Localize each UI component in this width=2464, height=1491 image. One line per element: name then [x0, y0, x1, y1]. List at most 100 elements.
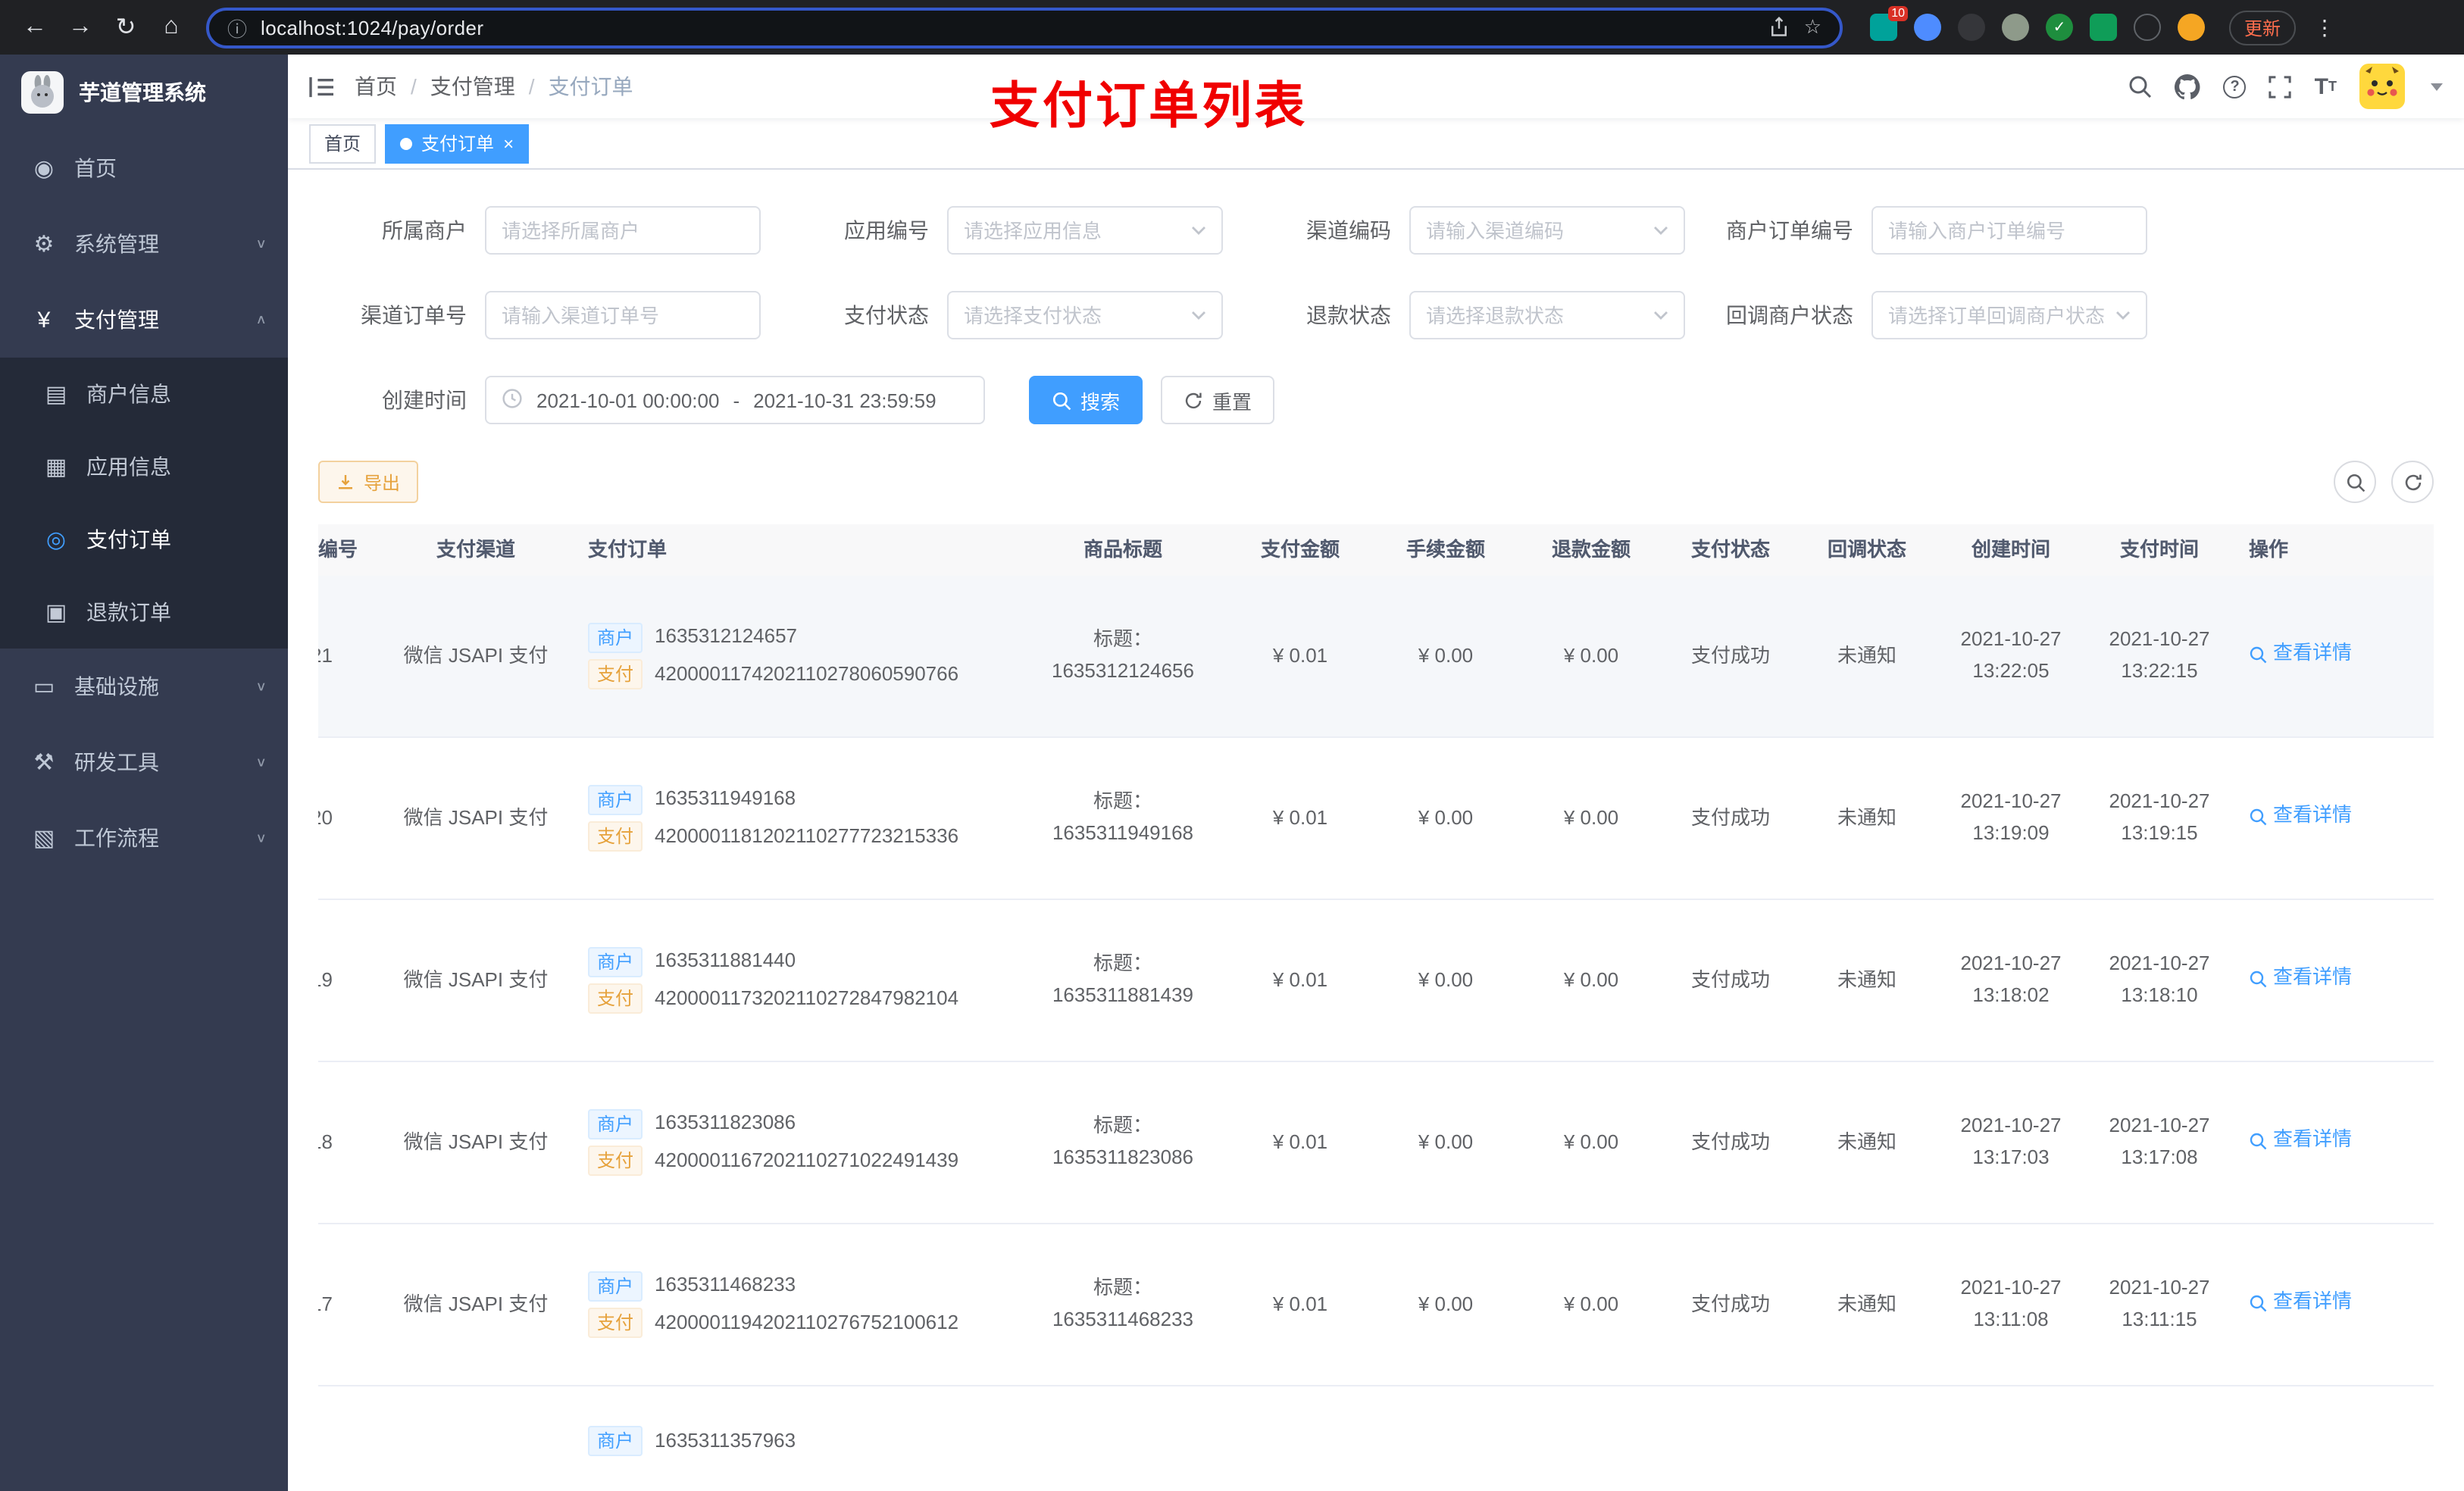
pay-status-filter-input[interactable]	[964, 304, 1182, 327]
cell-id: 20	[318, 805, 333, 829]
cell-action: 查看详情	[2234, 1287, 2434, 1322]
url-bar[interactable]: ⓘ localhost:1024/pay/order ☆	[206, 7, 1843, 48]
channel-order-no-filter-field[interactable]	[485, 291, 761, 339]
avatar-caret-icon[interactable]	[2431, 83, 2443, 90]
sidebar-item-infrastructure[interactable]: ▭ 基础设施 ∨	[0, 649, 288, 724]
app-filter-select[interactable]	[947, 206, 1223, 255]
extension-drop-icon[interactable]	[1914, 14, 1941, 41]
tab-home[interactable]: 首页	[309, 123, 377, 163]
merchant-order-no-filter-field[interactable]	[1871, 206, 2147, 255]
navbar-tools: ? TT	[2128, 64, 2464, 109]
cell-pay-amount: ¥ 0.01	[1272, 643, 1328, 667]
search-icon[interactable]	[2128, 74, 2153, 98]
extension-dark-icon[interactable]	[1958, 14, 1985, 41]
github-icon[interactable]	[2175, 73, 2201, 99]
view-detail-link[interactable]: 查看详情	[2249, 1125, 2352, 1157]
breadcrumb-section[interactable]: 支付管理	[430, 71, 515, 102]
extension-puzzle-icon[interactable]: 10	[1870, 6, 1908, 41]
fullscreen-icon[interactable]	[2269, 75, 2292, 98]
app-filter-label: 应用编号	[844, 218, 929, 242]
app-filter-input[interactable]	[964, 219, 1182, 242]
search-button[interactable]: 搜索	[1029, 376, 1143, 424]
toggle-search-button[interactable]	[2334, 461, 2376, 503]
avatar[interactable]	[2359, 64, 2405, 109]
view-detail-link[interactable]: 查看详情	[2249, 1287, 2352, 1319]
merchant-tag: 商户	[588, 946, 643, 977]
merchant-filter-input[interactable]	[502, 219, 744, 242]
pay-status-filter-select[interactable]	[947, 291, 1223, 339]
view-detail-link[interactable]: 查看详情	[2249, 639, 2352, 670]
workflow-icon: ▧	[33, 826, 55, 852]
merchant-order-no-filter-input[interactable]	[1888, 219, 2131, 242]
extension-chat-icon[interactable]	[2090, 14, 2117, 41]
sidebar-item-workflow[interactable]: ▧ 工作流程 ∨	[0, 800, 288, 876]
reload-icon[interactable]: ↻	[106, 8, 145, 47]
extension-pin-icon[interactable]	[2134, 14, 2161, 41]
yen-icon: ¥	[37, 307, 51, 333]
col-action: 操作	[2249, 537, 2289, 561]
merchant-tag: 商户	[588, 784, 643, 815]
table-body: 21 微信 JSAPI 支付 商户 1635312124657 支付 42000…	[318, 576, 2434, 1386]
cell-pay-time: 2021-10-27 13:18:10	[2109, 952, 2210, 1006]
cell-channel: 微信 JSAPI 支付	[403, 1292, 549, 1315]
merchant-filter-field[interactable]	[485, 206, 761, 255]
refresh-table-button[interactable]	[2391, 461, 2434, 503]
font-size-icon[interactable]: TT	[2315, 73, 2337, 99]
sidebar-item-payment[interactable]: ¥ 支付管理 ∧	[0, 282, 288, 358]
reset-button[interactable]: 重置	[1161, 376, 1275, 424]
sidebar-item-refund-order[interactable]: ▣ 退款订单	[0, 576, 288, 649]
app-logo[interactable]: 芋道管理系统	[0, 55, 288, 130]
sidebar-item-devtools[interactable]: ⚒ 研发工具 ∨	[0, 724, 288, 800]
extension-badge: 10	[1888, 6, 1908, 21]
tab-close-icon[interactable]: ×	[503, 134, 514, 152]
merchant-tag: 商户	[588, 622, 643, 653]
cell-order: 商户 1635311823086 支付 42000011672021102710…	[582, 1102, 1018, 1183]
channel-code-filter-input[interactable]	[1426, 219, 1644, 242]
back-icon[interactable]: ←	[15, 8, 55, 47]
channel-order-no-filter-input[interactable]	[502, 304, 744, 327]
sidebar-collapse-icon[interactable]	[288, 75, 355, 98]
col-id: 编号	[318, 537, 358, 561]
cell-id: 21	[318, 643, 333, 667]
breadcrumb-home[interactable]: 首页	[355, 71, 397, 102]
view-detail-link[interactable]: 查看详情	[2249, 801, 2352, 833]
extensions-area: 10 ✓	[1870, 6, 2205, 41]
bookmark-star-icon[interactable]: ☆	[1804, 15, 1821, 39]
forward-icon[interactable]: →	[61, 8, 100, 47]
refund-icon: ▣	[45, 600, 67, 626]
cell-pay-time: 2021-10-27 13:19:15	[2109, 789, 2210, 844]
browser-home-icon[interactable]: ⌂	[152, 8, 191, 47]
sidebar-item-system[interactable]: ⚙ 系统管理 ∨	[0, 206, 288, 282]
site-info-icon[interactable]: ⓘ	[227, 13, 247, 42]
create-time-range-picker[interactable]: 2021-10-01 00:00:00 - 2021-10-31 23:59:5…	[485, 376, 985, 424]
help-icon[interactable]: ?	[2223, 75, 2247, 98]
breadcrumb-page: 支付订单	[548, 74, 633, 98]
extension-face-icon[interactable]	[2178, 14, 2205, 41]
sidebar-item-app-info[interactable]: ▦ 应用信息	[0, 430, 288, 503]
chevron-down-icon	[1653, 311, 1668, 320]
sidebar-item-merchant-info[interactable]: ▤ 商户信息	[0, 358, 288, 430]
tab-pay-order[interactable]: 支付订单 ×	[385, 123, 530, 163]
browser-update-button[interactable]: 更新	[2229, 10, 2297, 45]
share-icon[interactable]	[1769, 17, 1790, 38]
extension-check-icon[interactable]: ✓	[2046, 14, 2073, 41]
pay-tag: 支付	[588, 1308, 643, 1339]
chevron-down-icon: ∨	[255, 830, 267, 846]
refund-status-filter-select[interactable]	[1409, 291, 1685, 339]
view-detail-link[interactable]: 查看详情	[2249, 963, 2352, 995]
pay-tag: 支付	[588, 1146, 643, 1177]
merchant-tag: 商户	[588, 1271, 643, 1302]
browser-chrome: ← → ↻ ⌂ ⓘ localhost:1024/pay/order ☆ 10 …	[0, 0, 2464, 55]
extension-gray-icon[interactable]	[2002, 14, 2029, 41]
sidebar-item-home[interactable]: ◉ 首页	[0, 130, 288, 206]
sidebar-item-pay-order[interactable]: ◎ 支付订单	[0, 503, 288, 576]
channel-code-filter-select[interactable]	[1409, 206, 1685, 255]
browser-menu-icon[interactable]: ⋮	[2314, 14, 2335, 40]
cell-order: 商户 1635312124657 支付 42000011742021102780…	[582, 615, 1018, 696]
refund-status-filter-input[interactable]	[1426, 304, 1644, 327]
notify-status-filter-input[interactable]	[1888, 304, 2106, 327]
chevron-down-icon	[1191, 311, 1206, 320]
export-button[interactable]: 导出	[318, 461, 419, 503]
notify-status-filter-select[interactable]	[1871, 291, 2147, 339]
merchant-filter-label: 所属商户	[382, 218, 467, 242]
